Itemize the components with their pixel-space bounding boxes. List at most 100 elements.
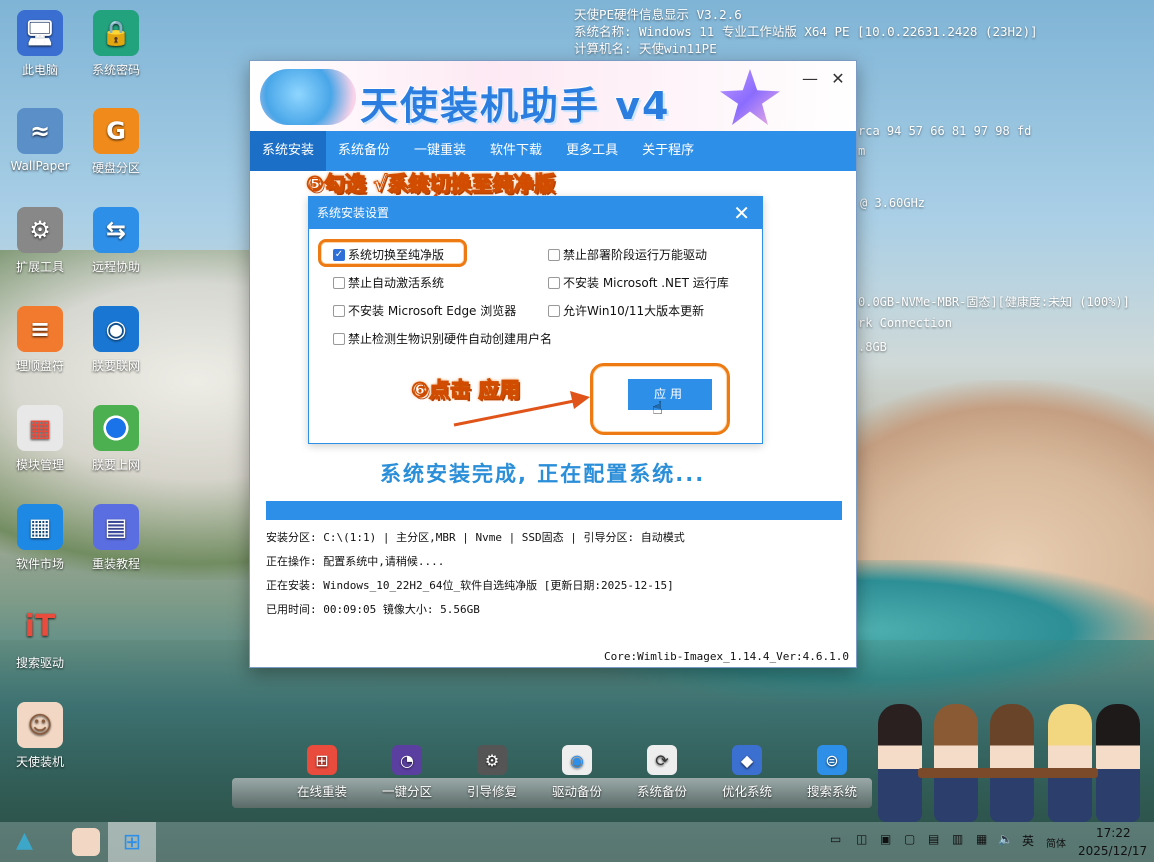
- dialog-title: 系统安装设置: [317, 206, 390, 220]
- sysinfo-panel: 天使PE硬件信息显示 V3.2.6 系统名称: Windows 11 专业工作站版…: [574, 6, 1038, 57]
- dock-system-backup[interactable]: ⟳ 系统备份: [622, 745, 702, 800]
- option-disable-auto-activate[interactable]: 禁止自动激活系统: [333, 274, 444, 291]
- store-icon: ▦: [17, 405, 63, 451]
- tab-about[interactable]: 关于程序: [630, 131, 706, 171]
- desktop-icon-label: 此电脑: [21, 63, 58, 77]
- ime-mode[interactable]: 简体: [1046, 835, 1066, 850]
- minimize-button[interactable]: —: [798, 69, 822, 88]
- tray-display-icon[interactable]: ▢: [904, 832, 915, 846]
- dock-label: 引导修复: [466, 784, 517, 799]
- dock-driver-backup[interactable]: ◉ 驱动备份: [537, 745, 617, 800]
- dialog-close-button[interactable]: ✕: [733, 197, 750, 229]
- desktop-icon-network[interactable]: ◉ 朕要联网: [74, 306, 158, 374]
- sysinfo-fragment: .8GB: [858, 340, 887, 354]
- clock-time[interactable]: 17:22: [1096, 826, 1131, 840]
- tab-system-backup[interactable]: 系统备份: [326, 131, 402, 171]
- desktop-icon-label: 重装教程: [91, 557, 140, 571]
- table-decoration: [918, 768, 1098, 778]
- market-icon: ▦: [17, 504, 63, 550]
- pie-icon: ◔: [392, 745, 422, 775]
- tray-screenshot-icon[interactable]: ◫: [856, 832, 867, 846]
- desktop-icon-disk-partition[interactable]: G 硬盘分区: [74, 108, 158, 176]
- desktop-icon-extend-tools[interactable]: ⚙ 扩展工具: [0, 207, 82, 275]
- dock-one-click-partition[interactable]: ◔ 一键分区: [367, 745, 447, 800]
- dock-optimize-system[interactable]: ◆ 优化系统: [707, 745, 787, 800]
- tray-color-icon[interactable]: ▤: [928, 832, 939, 846]
- option-label: 禁止检测生物识别硬件自动创建用户名: [348, 332, 553, 346]
- dock-label: 驱动备份: [551, 784, 602, 799]
- dock-boot-repair[interactable]: ⚙ 引导修复: [452, 745, 532, 800]
- remote-icon: ⇆: [93, 207, 139, 253]
- dock-label: 在线重装: [296, 784, 347, 799]
- progress-bar: [266, 501, 842, 520]
- drive-letter-icon: ≡: [17, 306, 63, 352]
- desktop-icon-label: 硬盘分区: [91, 161, 140, 175]
- sysinfo-fragment: @ 3.60GHz: [860, 196, 926, 210]
- gear-icon: ⚙: [17, 207, 63, 253]
- dock-label: 系统备份: [636, 784, 687, 799]
- partition-icon: G: [93, 108, 139, 154]
- character-figure: [1048, 704, 1092, 822]
- input-language[interactable]: 英: [1022, 832, 1034, 849]
- volume-icon[interactable]: 🔈: [998, 832, 1013, 846]
- driver-search-icon: iT: [24, 608, 56, 644]
- desktop-icon-module-manager[interactable]: ▦ 模块管理: [0, 405, 82, 473]
- tray-network-icon[interactable]: ▥: [952, 832, 963, 846]
- tray-vm-icon[interactable]: ▭: [830, 832, 841, 846]
- clock-date[interactable]: 2025/12/17: [1078, 844, 1147, 858]
- desktop-icon-label: 朕要上网: [91, 458, 140, 472]
- dock-search-system[interactable]: ⊜ 搜索系统: [792, 745, 872, 800]
- desktop-icon-label: 模块管理: [15, 458, 64, 472]
- desktop-icon-remote-assist[interactable]: ⇆ 远程协助: [74, 207, 158, 275]
- tab-more-tools[interactable]: 更多工具: [554, 131, 630, 171]
- dialog-titlebar: 系统安装设置 ✕: [309, 197, 762, 229]
- tray-app-icon[interactable]: ▣: [880, 832, 891, 846]
- hand-cursor-icon: ☝: [652, 398, 663, 419]
- desktop-icon-software-market[interactable]: ▦ 软件市场: [0, 504, 82, 572]
- option-label: 不安装 Microsoft .NET 运行库: [563, 276, 729, 290]
- dock-online-reinstall[interactable]: ⊞ 在线重装: [282, 745, 362, 800]
- desktop-icon-drive-letters[interactable]: ≡ 理顺盘符: [0, 306, 82, 374]
- option-skip-edge[interactable]: 不安装 Microsoft Edge 浏览器: [333, 302, 516, 319]
- desktop-icon-angel-install[interactable]: ☺ 天使装机: [0, 702, 82, 770]
- option-disable-universal-driver[interactable]: 禁止部署阶段运行万能驱动: [548, 246, 707, 263]
- option-allow-major-update[interactable]: 允许Win10/11大版本更新: [548, 302, 704, 319]
- character-figure: [934, 704, 978, 822]
- angel-taskbar-icon[interactable]: [72, 828, 100, 856]
- checkbox-icon: [548, 248, 560, 261]
- desktop-icon-driver-search[interactable]: iT 搜索驱动: [0, 603, 82, 671]
- desktop-icon-label: 搜索驱动: [15, 656, 64, 670]
- desktop-icon-label: 远程协助: [91, 260, 140, 274]
- windows-icon: ⊞: [307, 745, 337, 775]
- wave-icon: ≈: [17, 108, 63, 154]
- sysinfo-line: 天使PE硬件信息显示 V3.2.6: [574, 7, 742, 22]
- desktop-icon-wallpaper[interactable]: ≈ WallPaper: [0, 108, 82, 173]
- sysinfo-fragment: rca 94 57 66 81 97 98 fd: [858, 124, 1032, 138]
- info-partition: 安装分区: C:\(1:1) | 主分区,MBR | Nvme | SSD固态 …: [266, 531, 685, 544]
- star-logo-icon: [720, 69, 780, 125]
- tab-system-install[interactable]: 系统安装: [250, 131, 327, 171]
- sync-icon: ⟳: [647, 745, 677, 775]
- desktop-icon-label: WallPaper: [10, 159, 70, 173]
- app-launcher-icon[interactable]: ▲: [16, 828, 44, 856]
- start-button[interactable]: ⊞: [108, 822, 156, 862]
- desktop-icon-this-pc[interactable]: 🖥 此电脑: [0, 10, 82, 78]
- callout-arrow-6: [453, 391, 590, 427]
- info-operation: 正在操作: 配置系统中,请稍候....: [266, 555, 445, 568]
- dock-label: 优化系统: [721, 784, 772, 799]
- window-title: 天使装机助手 v4: [360, 84, 671, 128]
- option-skip-dotnet[interactable]: 不安装 Microsoft .NET 运行库: [548, 274, 729, 291]
- tab-software-download[interactable]: 软件下载: [478, 131, 554, 171]
- option-disable-biometric-username[interactable]: 禁止检测生物识别硬件自动创建用户名: [333, 330, 552, 347]
- anime-characters-image: [878, 672, 1140, 822]
- desktop-icon-reinstall-guide[interactable]: ▤ 重装教程: [74, 504, 158, 572]
- tray-monitor-icon[interactable]: ▦: [976, 832, 987, 846]
- sysinfo-fragment: rk Connection: [858, 316, 952, 330]
- desktop-icon-browser[interactable]: 朕要上网: [74, 405, 158, 473]
- desktop-icon-system-password[interactable]: 🔒 系统密码: [74, 10, 158, 78]
- tab-one-click-reinstall[interactable]: 一键重装: [402, 131, 478, 171]
- apply-button[interactable]: 应用: [628, 379, 712, 410]
- close-button[interactable]: ✕: [826, 69, 850, 88]
- main-tabs: 系统安装 系统备份 一键重装 软件下载 更多工具 关于程序: [250, 131, 856, 171]
- option-pure-version[interactable]: ✓ 系统切换至纯净版: [333, 246, 444, 263]
